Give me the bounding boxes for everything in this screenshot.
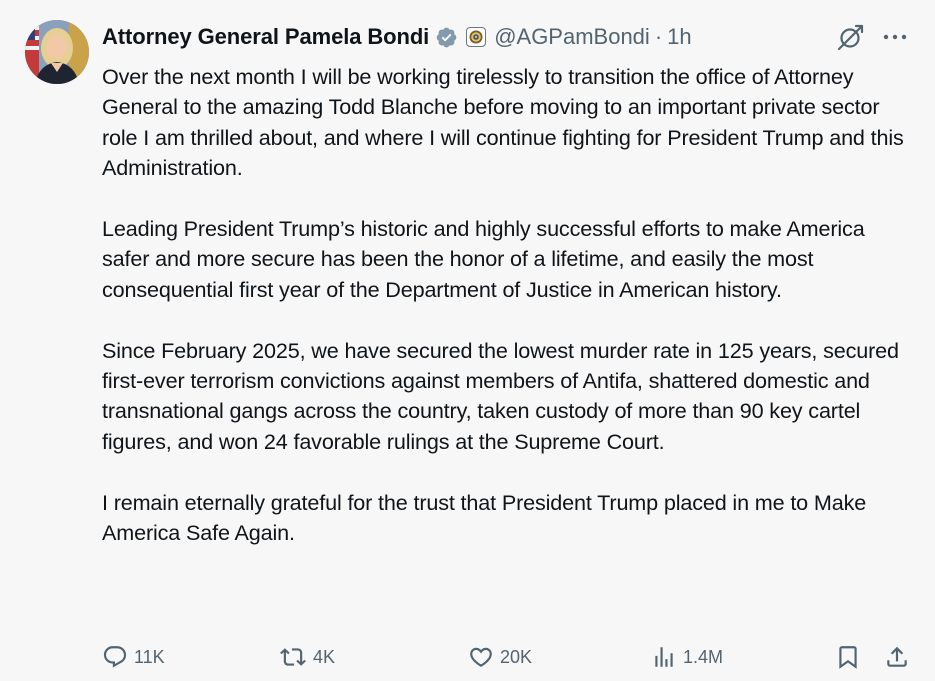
repost-count: 4K: [313, 646, 336, 667]
views-count: 1.4M: [683, 646, 724, 667]
like-count: 20K: [500, 646, 533, 667]
reply-button[interactable]: 11K: [102, 640, 165, 674]
verified-badge-icon[interactable]: [435, 26, 458, 49]
bookmark-button[interactable]: [835, 640, 861, 674]
separator-dot: ·: [654, 24, 663, 49]
user-handle[interactable]: @AGPamBondi: [494, 24, 650, 50]
reply-count: 11K: [134, 646, 165, 667]
share-icon: [884, 644, 910, 670]
like-button[interactable]: 20K: [468, 640, 532, 674]
more-options-icon[interactable]: [880, 25, 910, 49]
bookmark-icon: [835, 644, 861, 670]
views-button[interactable]: 1.4M: [651, 640, 723, 674]
repost-button[interactable]: 4K: [279, 640, 335, 674]
avatar[interactable]: [25, 20, 89, 84]
tweet-body: Over the next month I will be working ti…: [102, 62, 912, 548]
tweet-paragraph: Over the next month I will be working ti…: [102, 64, 904, 181]
doj-seal-icon[interactable]: [466, 27, 487, 47]
tweet-header: Attorney General Pamela Bondi @AGPamBond…: [102, 22, 692, 52]
tweet-paragraph: Leading President Trump’s historic and h…: [102, 216, 865, 302]
tweet-paragraph: I remain eternally grateful for the trus…: [102, 489, 867, 546]
tweet-paragraph: Since February 2025, we have secured the…: [102, 337, 899, 454]
share-button[interactable]: [884, 640, 910, 674]
repost-icon: [279, 644, 307, 670]
analytics-icon: [651, 644, 677, 670]
timestamp[interactable]: 1h: [667, 24, 691, 50]
action-bar: 11K 4K 20K 1.4M: [102, 640, 910, 674]
reply-icon: [102, 644, 128, 670]
display-name[interactable]: Attorney General Pamela Bondi: [102, 24, 429, 50]
tweet: Attorney General Pamela Bondi @AGPamBond…: [0, 0, 935, 681]
grok-icon[interactable]: [836, 22, 866, 52]
heart-icon: [468, 644, 494, 670]
